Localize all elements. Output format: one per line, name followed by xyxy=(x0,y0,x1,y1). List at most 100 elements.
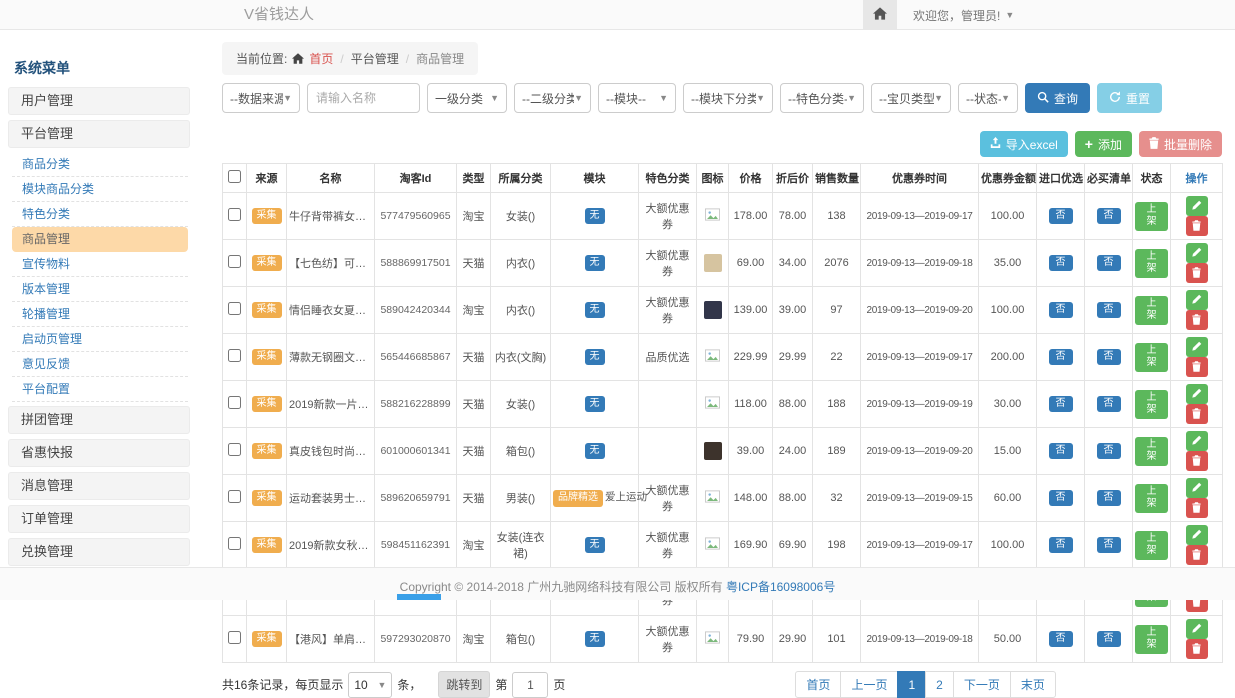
edit-button[interactable] xyxy=(1186,525,1208,545)
select-all-checkbox[interactable] xyxy=(228,170,241,183)
row-checkbox[interactable] xyxy=(228,302,241,315)
row-checkbox[interactable] xyxy=(228,396,241,409)
row-checkbox[interactable] xyxy=(228,443,241,456)
import-select-toggle[interactable]: 否 xyxy=(1049,443,1073,460)
sidebar-item-10[interactable]: 意见反馈 xyxy=(12,352,188,377)
must-buy-toggle[interactable]: 否 xyxy=(1097,255,1121,272)
import-select-toggle[interactable]: 否 xyxy=(1049,537,1073,554)
must-buy-toggle[interactable]: 否 xyxy=(1097,490,1121,507)
must-buy-toggle[interactable]: 否 xyxy=(1097,443,1121,460)
delete-button[interactable] xyxy=(1186,639,1208,659)
delete-button[interactable] xyxy=(1186,357,1208,377)
page-button-末页[interactable]: 末页 xyxy=(1010,671,1056,698)
status-badge[interactable]: 上架 xyxy=(1135,531,1168,560)
must-buy-toggle[interactable]: 否 xyxy=(1097,302,1121,319)
must-buy-toggle[interactable]: 否 xyxy=(1097,396,1121,413)
name-search-input[interactable] xyxy=(307,83,420,113)
breadcrumb-item-platform[interactable]: 平台管理 xyxy=(351,50,399,67)
import-select-toggle[interactable]: 否 xyxy=(1049,255,1073,272)
status-badge[interactable]: 上架 xyxy=(1135,437,1168,466)
edit-button[interactable] xyxy=(1186,431,1208,451)
page-button-1[interactable]: 1 xyxy=(897,671,926,698)
add-button[interactable]: + 添加 xyxy=(1075,131,1132,157)
sidebar-section-13[interactable]: 省惠快报 xyxy=(8,439,190,467)
must-buy-toggle[interactable]: 否 xyxy=(1097,537,1121,554)
status-badge[interactable]: 上架 xyxy=(1135,625,1168,654)
must-buy-toggle[interactable]: 否 xyxy=(1097,631,1121,648)
sidebar-item-8[interactable]: 轮播管理 xyxy=(12,302,188,327)
status-badge[interactable]: 上架 xyxy=(1135,296,1168,325)
sidebar-item-7[interactable]: 版本管理 xyxy=(12,277,188,302)
status-badge[interactable]: 上架 xyxy=(1135,343,1168,372)
filter-select-3[interactable]: --二级分类--▼ xyxy=(514,83,591,113)
sidebar-section-14[interactable]: 消息管理 xyxy=(8,472,190,500)
delete-button[interactable] xyxy=(1186,498,1208,518)
sidebar-section-1[interactable]: 平台管理 xyxy=(8,120,190,148)
edit-button[interactable] xyxy=(1186,243,1208,263)
must-buy-toggle[interactable]: 否 xyxy=(1097,349,1121,366)
page-number-input[interactable] xyxy=(512,672,548,698)
status-badge[interactable]: 上架 xyxy=(1135,390,1168,419)
breadcrumb-home-link[interactable]: 首页 xyxy=(309,50,333,67)
edit-button[interactable] xyxy=(1186,337,1208,357)
row-checkbox[interactable] xyxy=(228,349,241,362)
delete-button[interactable] xyxy=(1186,451,1208,471)
page-button-2[interactable]: 2 xyxy=(925,671,954,698)
sidebar-item-5[interactable]: 商品管理 xyxy=(12,227,188,252)
sidebar-item-9[interactable]: 启动页管理 xyxy=(12,327,188,352)
edit-button[interactable] xyxy=(1186,478,1208,498)
import-select-toggle[interactable]: 否 xyxy=(1049,208,1073,225)
import-select-toggle[interactable]: 否 xyxy=(1049,302,1073,319)
status-badge[interactable]: 上架 xyxy=(1135,249,1168,278)
search-button[interactable]: 查询 xyxy=(1025,83,1090,113)
user-menu[interactable]: 欢迎您，管理员! ▼ xyxy=(897,0,1030,30)
filter-select-6[interactable]: --特色分类--▼ xyxy=(780,83,864,113)
filter-select-5[interactable]: --模块下分类--▼ xyxy=(683,83,773,113)
bulk-delete-button[interactable]: 批量删除 xyxy=(1139,131,1222,157)
import-select-toggle[interactable]: 否 xyxy=(1049,631,1073,648)
delete-button[interactable] xyxy=(1186,310,1208,330)
import-select-toggle[interactable]: 否 xyxy=(1049,490,1073,507)
sidebar-section-16[interactable]: 兑换管理 xyxy=(8,538,190,566)
filter-select-4[interactable]: --模块--▼ xyxy=(598,83,676,113)
icp-link[interactable]: 粤ICP备16098006号 xyxy=(726,580,835,594)
must-buy-toggle[interactable]: 否 xyxy=(1097,208,1121,225)
delete-button[interactable] xyxy=(1186,216,1208,236)
filter-select-2[interactable]: 一级分类▼ xyxy=(427,83,507,113)
per-page-select[interactable]: 10 ▼ xyxy=(348,672,392,698)
status-badge[interactable]: 上架 xyxy=(1135,484,1168,513)
delete-button[interactable] xyxy=(1186,263,1208,283)
row-checkbox[interactable] xyxy=(228,255,241,268)
edit-button[interactable] xyxy=(1186,196,1208,216)
sidebar-section-15[interactable]: 订单管理 xyxy=(8,505,190,533)
sidebar-item-2[interactable]: 商品分类 xyxy=(12,152,188,177)
sidebar-section-12[interactable]: 拼团管理 xyxy=(8,406,190,434)
page-button-上一页[interactable]: 上一页 xyxy=(840,671,898,698)
edit-button[interactable] xyxy=(1186,290,1208,310)
edit-button[interactable] xyxy=(1186,619,1208,639)
jump-button[interactable]: 跳转到 xyxy=(438,671,490,698)
reset-button[interactable]: 重置 xyxy=(1097,83,1162,113)
row-checkbox[interactable] xyxy=(228,631,241,644)
page-button-首页[interactable]: 首页 xyxy=(795,671,841,698)
sidebar-item-6[interactable]: 宣传物料 xyxy=(12,252,188,277)
row-checkbox[interactable] xyxy=(228,490,241,503)
row-checkbox[interactable] xyxy=(228,208,241,221)
filter-select-7[interactable]: --宝贝类型--▼ xyxy=(871,83,951,113)
delete-button[interactable] xyxy=(1186,404,1208,424)
edit-button[interactable] xyxy=(1186,384,1208,404)
status-badge[interactable]: 上架 xyxy=(1135,202,1168,231)
import-select-toggle[interactable]: 否 xyxy=(1049,349,1073,366)
filter-select-0[interactable]: --数据来源--▼ xyxy=(222,83,300,113)
row-checkbox[interactable] xyxy=(228,537,241,550)
import-select-toggle[interactable]: 否 xyxy=(1049,396,1073,413)
filter-select-8[interactable]: --状态--▼ xyxy=(958,83,1018,113)
sidebar-item-11[interactable]: 平台配置 xyxy=(12,377,188,402)
page-button-下一页[interactable]: 下一页 xyxy=(953,671,1011,698)
sidebar-item-4[interactable]: 特色分类 xyxy=(12,202,188,227)
sidebar-item-3[interactable]: 模块商品分类 xyxy=(12,177,188,202)
delete-button[interactable] xyxy=(1186,545,1208,565)
sidebar-section-0[interactable]: 用户管理 xyxy=(8,87,190,115)
home-button[interactable] xyxy=(863,0,897,30)
import-excel-button[interactable]: 导入excel xyxy=(980,131,1068,157)
